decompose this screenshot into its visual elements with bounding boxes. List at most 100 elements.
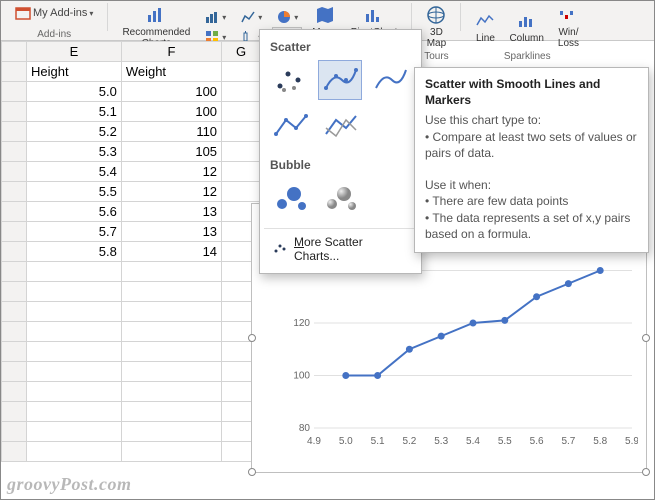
bubble-option[interactable] (268, 178, 312, 218)
resize-handle[interactable] (642, 468, 650, 476)
cell[interactable]: 13 (121, 202, 221, 222)
col-corner[interactable] (2, 42, 27, 62)
cell[interactable]: 5.1 (27, 102, 122, 122)
cell[interactable] (27, 422, 122, 442)
cell[interactable] (121, 402, 221, 422)
bubble-3d-option[interactable] (318, 178, 362, 218)
cell[interactable] (27, 402, 122, 422)
svg-text:80: 80 (299, 423, 311, 434)
sparklines-group: Line Column Win/ Loss Sparklines (465, 3, 589, 40)
scatter-straight-markers-option[interactable] (268, 106, 312, 146)
svg-text:5.9: 5.9 (625, 436, 638, 447)
cell[interactable]: 12 (121, 182, 221, 202)
tooltip-body: Use this chart type to: • Compare at lea… (425, 112, 638, 242)
cell[interactable] (121, 322, 221, 342)
cell[interactable]: 13 (121, 222, 221, 242)
scatter-smooth-option[interactable] (368, 60, 412, 100)
svg-text:5.5: 5.5 (498, 436, 512, 447)
cell[interactable] (27, 342, 122, 362)
cell[interactable] (121, 382, 221, 402)
chevron-down-icon: ▾ (89, 9, 93, 18)
cell[interactable] (27, 382, 122, 402)
sparkline-line-label: Line (476, 33, 495, 44)
more-scatter-charts-button[interactable]: More Scatter Charts... (264, 228, 417, 269)
my-addins-button[interactable]: My Add-ins ▾ (11, 3, 97, 23)
cell[interactable]: 5.8 (27, 242, 122, 262)
chart-type-pie-button[interactable]: ▾ (272, 7, 302, 27)
sparkline-winloss-button[interactable]: Win/ Loss (554, 3, 583, 51)
cell[interactable] (222, 142, 261, 162)
cell[interactable]: 100 (121, 82, 221, 102)
pivotchart-icon (364, 5, 384, 25)
cell[interactable] (27, 442, 122, 462)
chart-type-bar-button[interactable]: ▾ (200, 7, 230, 27)
cell[interactable]: 5.5 (27, 182, 122, 202)
resize-handle[interactable] (642, 334, 650, 342)
svg-text:5.7: 5.7 (561, 436, 575, 447)
column-header-e[interactable]: E (27, 42, 122, 62)
addins-group-label: Add-ins (37, 29, 71, 40)
tours-label: Tours (424, 51, 448, 62)
cell[interactable] (121, 442, 221, 462)
cell-g-header[interactable] (222, 62, 261, 82)
cell[interactable] (222, 162, 261, 182)
cell[interactable] (27, 302, 122, 322)
globe-icon (426, 5, 446, 25)
maps-icon (315, 5, 335, 25)
column-header-g[interactable]: G (222, 42, 261, 62)
cell[interactable]: 5.4 (27, 162, 122, 182)
cell[interactable]: 12 (121, 162, 221, 182)
store-icon (15, 5, 31, 21)
cell[interactable]: 5.0 (27, 82, 122, 102)
scatter-straight-option[interactable] (318, 106, 362, 146)
cell[interactable] (222, 182, 261, 202)
cell[interactable] (222, 102, 261, 122)
tooltip: Scatter with Smooth Lines and Markers Us… (414, 67, 649, 253)
sparkline-line-button[interactable]: Line (471, 9, 499, 46)
recommended-charts-icon (146, 5, 166, 25)
cell[interactable]: 5.7 (27, 222, 122, 242)
cell[interactable] (222, 82, 261, 102)
spreadsheet[interactable]: E F G HeightWeight 5.0100 5.1100 5.2110 … (1, 41, 261, 471)
cell[interactable] (121, 282, 221, 302)
cell[interactable]: 105 (121, 142, 221, 162)
cell[interactable]: 14 (121, 242, 221, 262)
tours-group: 3D Map Tours (416, 3, 456, 40)
spark-line-icon (475, 11, 495, 31)
cell[interactable] (27, 322, 122, 342)
svg-text:5.3: 5.3 (434, 436, 448, 447)
svg-text:100: 100 (293, 371, 310, 382)
svg-text:120: 120 (293, 318, 310, 329)
column-header-f[interactable]: F (121, 42, 221, 62)
cell[interactable] (121, 342, 221, 362)
resize-handle[interactable] (248, 468, 256, 476)
cell[interactable]: 5.2 (27, 122, 122, 142)
scatter-more-icon (272, 241, 288, 258)
cell-f-header[interactable]: Weight (121, 62, 221, 82)
cell[interactable] (27, 282, 122, 302)
cell[interactable] (27, 262, 122, 282)
scatter-section-title: Scatter (264, 38, 417, 60)
cell[interactable] (121, 262, 221, 282)
cell-e-header[interactable]: Height (27, 62, 122, 82)
scatter-smooth-markers-option[interactable] (318, 60, 362, 100)
scatter-markers-option[interactable] (268, 60, 312, 100)
svg-text:5.0: 5.0 (339, 436, 353, 447)
svg-text:5.8: 5.8 (593, 436, 607, 447)
chart-type-line-button[interactable]: ▾ (236, 7, 266, 27)
cell[interactable] (222, 122, 261, 142)
cell[interactable]: 100 (121, 102, 221, 122)
cell[interactable]: 110 (121, 122, 221, 142)
cell[interactable] (121, 302, 221, 322)
resize-handle[interactable] (248, 334, 256, 342)
spark-column-icon (517, 11, 537, 31)
cell[interactable] (121, 362, 221, 382)
3dmap-label: 3D Map (427, 27, 446, 49)
3dmap-button[interactable]: 3D Map (422, 3, 450, 51)
cell[interactable]: 5.3 (27, 142, 122, 162)
cell[interactable]: 5.6 (27, 202, 122, 222)
cell[interactable] (27, 362, 122, 382)
sparkline-column-button[interactable]: Column (505, 9, 547, 46)
cell[interactable] (121, 422, 221, 442)
more-scatter-label: More Scatter Charts... (294, 235, 409, 263)
